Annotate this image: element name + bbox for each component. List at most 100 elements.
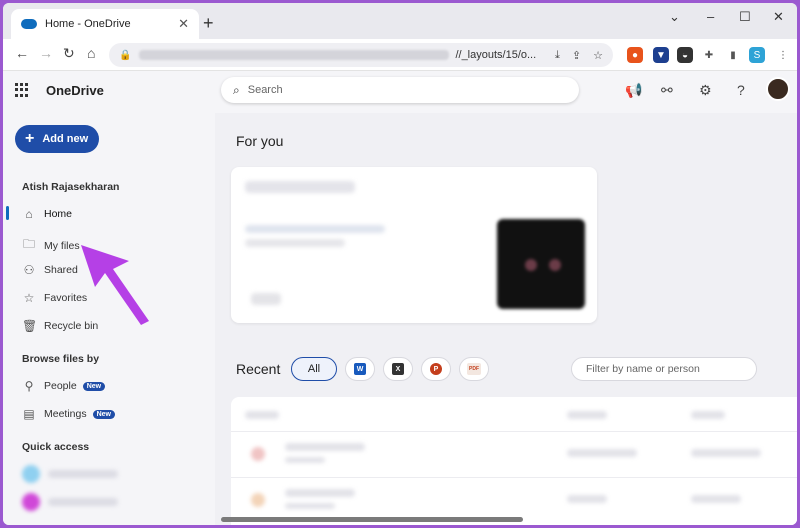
sidebar-item-label: Recycle bin [44, 320, 99, 332]
blurred-line [245, 239, 345, 247]
incognito-extension-icon[interactable]: ◒ [677, 47, 693, 63]
powerpoint-icon: P [430, 363, 442, 375]
folder-icon: 🗀 [22, 237, 35, 251]
lock-icon: 🔒 [119, 49, 132, 61]
quick-access-item[interactable] [22, 493, 118, 511]
sidebar-item-home[interactable]: ⌂ Home [22, 207, 72, 221]
table-row [691, 449, 761, 457]
horizontal-scrollbar[interactable] [221, 517, 523, 522]
filter-pdf-button[interactable]: PDF [459, 357, 489, 381]
new-badge: New [92, 409, 116, 419]
sidebar-item-people[interactable]: ⚲ People New [22, 379, 106, 393]
browse-files-heading: Browse files by [22, 353, 100, 365]
new-tab-button[interactable]: + [203, 13, 214, 34]
sidebar-item-recycle-bin[interactable]: 🗑 Recycle bin [22, 319, 98, 333]
star-icon: ☆ [23, 291, 35, 305]
search-icon: ⌕ [233, 82, 240, 97]
reload-icon[interactable]: ↻ [63, 45, 75, 62]
address-bar[interactable]: 🔒 //_layouts/15/o... ⤓ ⇪ ☆ [109, 43, 613, 67]
table-row [567, 449, 637, 457]
table-row [285, 457, 325, 463]
filter-powerpoint-button[interactable]: P [421, 357, 451, 381]
blurred-url [139, 50, 450, 60]
blurred-column-header [245, 411, 279, 419]
pdf-icon: PDF [467, 363, 481, 375]
table-row[interactable] [285, 443, 365, 451]
filter-excel-button[interactable]: X [383, 357, 413, 381]
active-indicator [6, 206, 9, 220]
filter-input[interactable]: Filter by name or person [571, 357, 757, 381]
share-icon[interactable]: ⇪ [572, 49, 581, 62]
minimize-button[interactable]: – [707, 9, 714, 24]
forward-icon[interactable]: → [39, 45, 53, 61]
add-new-label: Add new [42, 133, 89, 145]
sidebar-item-label: Favorites [44, 292, 88, 304]
app-launcher-icon[interactable] [15, 83, 29, 97]
brave-extension-icon[interactable]: ● [627, 47, 643, 63]
quick-access-heading: Quick access [22, 441, 90, 453]
settings-gear-icon[interactable]: ⚙ [699, 82, 712, 99]
group-avatar-icon [22, 493, 40, 511]
browser-window: Home - OneDrive ✕ + ⌄ – ☐ ✕ ← → ↻ ⌂ 🔒 //… [3, 3, 797, 525]
filter-all-button[interactable]: All [291, 357, 337, 381]
filter-placeholder: Filter by name or person [586, 363, 700, 375]
sidebar-item-my-files[interactable]: 🗀 My files [22, 235, 80, 256]
blurred-label [48, 498, 118, 506]
omnibox-actions: ⤓ ⇪ ☆ [555, 49, 603, 62]
quick-access-item[interactable] [22, 465, 118, 483]
bitwarden-extension-icon[interactable]: ▼ [653, 47, 669, 63]
table-row[interactable] [285, 489, 355, 497]
filter-word-button[interactable]: W [345, 357, 375, 381]
blurred-title [245, 181, 355, 193]
meetings-icon: ▤ [23, 407, 35, 421]
sidebar-item-meetings[interactable]: ▤ Meetings New [22, 407, 116, 421]
close-tab-icon[interactable]: ✕ [178, 16, 189, 32]
home-icon: ⌂ [25, 207, 33, 221]
browser-toolbar: ← → ↻ ⌂ 🔒 //_layouts/15/o... ⤓ ⇪ ☆ ● ▼ ◒… [3, 39, 797, 71]
recent-heading: Recent [236, 361, 281, 377]
back-icon[interactable]: ← [15, 45, 29, 61]
table-row [691, 495, 741, 503]
recommendation-card[interactable] [231, 167, 597, 323]
sidebar: + Add new Atish Rajasekharan ⌂ Home 🗀 My… [3, 113, 215, 525]
maximize-button[interactable]: ☐ [739, 9, 751, 25]
add-new-button[interactable]: + Add new [15, 125, 99, 153]
share-people-icon[interactable]: ⚯ [661, 82, 673, 99]
table-row [285, 503, 335, 509]
url-text: //_layouts/15/o... [455, 49, 537, 61]
new-badge: New [82, 381, 106, 391]
extensions-puzzle-icon[interactable]: ✚ [701, 47, 717, 63]
tab-strip: Home - OneDrive ✕ + ⌄ – ☐ ✕ [3, 3, 797, 39]
recent-files-list [231, 397, 797, 525]
file-thumbnail [497, 219, 585, 309]
person-icon: ⚲ [24, 379, 34, 393]
table-row [567, 495, 607, 503]
tab-onedrive[interactable]: Home - OneDrive ✕ [11, 9, 199, 39]
user-name-heading: Atish Rajasekharan [22, 181, 120, 193]
plus-icon: + [25, 130, 35, 147]
word-icon: W [354, 363, 366, 375]
tab-title: Home - OneDrive [45, 18, 131, 30]
sidebar-item-label: Meetings [44, 408, 87, 420]
app-brand[interactable]: OneDrive [46, 83, 104, 98]
sidebar-item-favorites[interactable]: ☆ Favorites [22, 291, 88, 305]
blurred-label [48, 470, 118, 478]
search-placeholder: Search [247, 84, 283, 96]
side-panel-icon[interactable]: ▮ [725, 47, 741, 63]
sidebar-item-label: People [44, 380, 77, 392]
onedrive-cloud-icon [21, 19, 37, 29]
blurred-line [245, 225, 385, 233]
close-window-button[interactable]: ✕ [773, 9, 784, 25]
home-button-icon[interactable]: ⌂ [87, 45, 95, 61]
profile-sync-icon[interactable]: S [749, 47, 765, 63]
bookmark-star-icon[interactable]: ☆ [593, 49, 603, 62]
app-header: OneDrive ⌕ Search 📢 ⚯ ⚙ ? [3, 71, 797, 113]
install-app-icon[interactable]: ⤓ [555, 49, 560, 62]
tab-search-icon[interactable]: ⌄ [669, 9, 680, 25]
sidebar-item-shared[interactable]: ⚇ Shared [22, 263, 78, 277]
browser-menu-icon[interactable]: ⋮ [775, 47, 791, 63]
megaphone-icon[interactable]: 📢 [625, 82, 642, 99]
avatar[interactable] [766, 77, 790, 101]
search-box[interactable]: ⌕ Search [221, 77, 579, 103]
help-icon[interactable]: ? [737, 82, 745, 98]
